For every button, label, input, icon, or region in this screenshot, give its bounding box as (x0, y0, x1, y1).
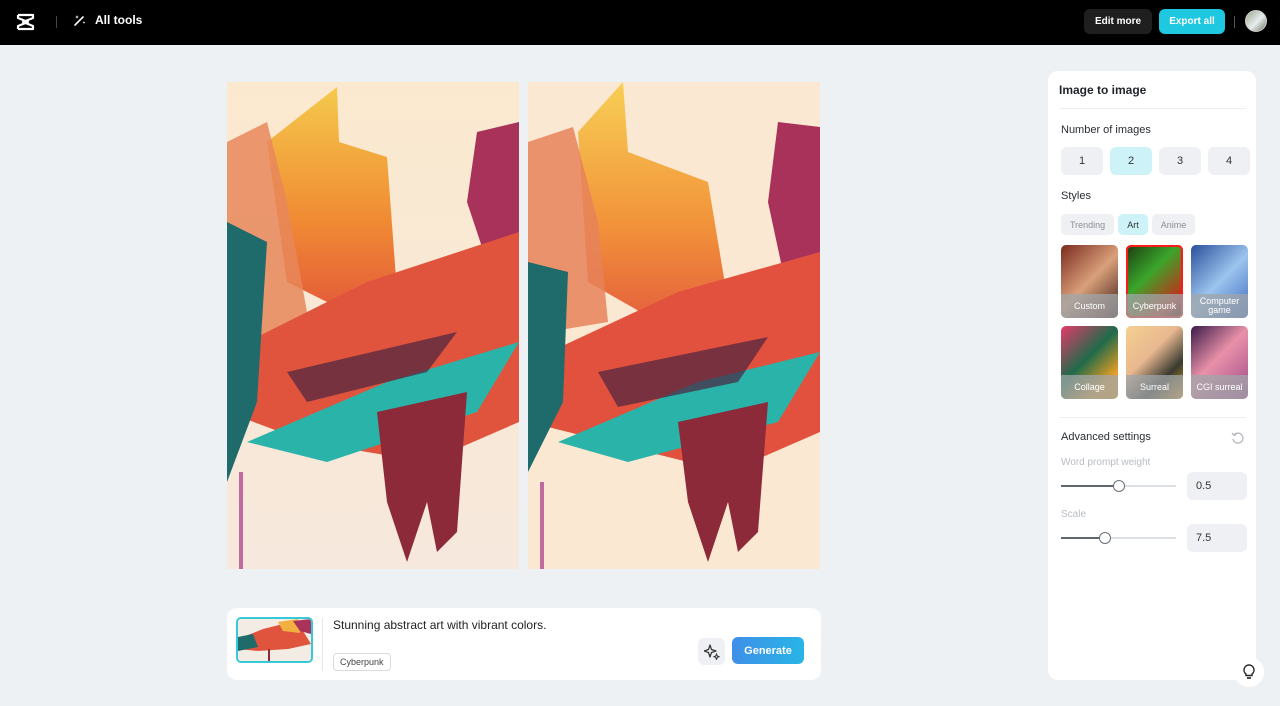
style-card-cyberpunk[interactable]: Cyberpunk (1126, 245, 1183, 318)
tab-trending[interactable]: Trending (1061, 214, 1115, 235)
enhance-prompt-button[interactable] (698, 638, 725, 665)
scale-label: Scale (1061, 509, 1087, 520)
number-option-2[interactable]: 2 (1110, 147, 1152, 175)
number-option-1[interactable]: 1 (1061, 147, 1103, 175)
generated-image-2[interactable] (528, 82, 820, 569)
word-prompt-weight-value[interactable]: 0.5 (1187, 472, 1247, 500)
export-all-button[interactable]: Export all (1159, 9, 1225, 34)
capcut-logo-icon[interactable] (16, 12, 36, 32)
abstract-art-image (528, 82, 820, 569)
prompt-input[interactable]: Stunning abstract art with vibrant color… (333, 618, 546, 632)
number-of-images-selector: 1 2 3 4 (1061, 147, 1250, 175)
tab-art[interactable]: Art (1118, 214, 1148, 235)
settings-panel: Image to image Number of images 1 2 3 4 … (1048, 71, 1256, 680)
slider-knob[interactable] (1098, 532, 1111, 544)
magic-wand-icon (74, 15, 86, 26)
all-tools-button[interactable]: All tools (73, 13, 142, 27)
number-option-4[interactable]: 4 (1208, 147, 1250, 175)
style-card-label: Custom (1061, 294, 1118, 318)
style-grid: Custom Cyberpunk Computer game Collage S… (1061, 245, 1248, 399)
style-tabs: Trending Art Anime (1061, 214, 1196, 235)
slider-fill (1061, 485, 1119, 487)
divider (1059, 108, 1246, 109)
style-card-cgi-surreal[interactable]: CGI surreal (1191, 326, 1248, 399)
advanced-settings-label: Advanced settings (1061, 431, 1151, 443)
style-card-surreal[interactable]: Surreal (1126, 326, 1183, 399)
generated-image-1[interactable] (227, 82, 519, 569)
slider-knob[interactable] (1112, 480, 1125, 492)
divider (56, 16, 57, 28)
scale-slider[interactable] (1061, 532, 1176, 544)
style-card-collage[interactable]: Collage (1061, 326, 1118, 399)
edit-more-button[interactable]: Edit more (1084, 9, 1152, 34)
reference-image-thumbnail[interactable] (236, 617, 313, 663)
word-prompt-weight-slider[interactable] (1061, 480, 1176, 492)
divider (1234, 16, 1235, 28)
abstract-art-image (227, 82, 519, 569)
style-tag: Cyberpunk (333, 653, 391, 671)
style-card-label: Surreal (1126, 375, 1183, 399)
prompt-bar: Stunning abstract art with vibrant color… (227, 608, 821, 680)
divider (1059, 417, 1246, 418)
style-card-computer-game[interactable]: Computer game (1191, 245, 1248, 318)
tab-anime[interactable]: Anime (1151, 214, 1196, 235)
tips-button[interactable] (1234, 657, 1264, 687)
sparkle-icon (703, 643, 720, 660)
lightbulb-icon (1243, 664, 1255, 679)
style-card-label: Cyberpunk (1126, 294, 1183, 318)
scale-value[interactable]: 7.5 (1187, 524, 1247, 552)
number-option-3[interactable]: 3 (1159, 147, 1201, 175)
style-card-label: Collage (1061, 375, 1118, 399)
divider (322, 618, 323, 671)
styles-label: Styles (1061, 190, 1091, 202)
number-of-images-label: Number of images (1061, 124, 1151, 136)
reset-icon[interactable] (1231, 431, 1245, 445)
top-bar: All tools Edit more Export all (0, 0, 1280, 45)
reference-image (238, 619, 311, 661)
all-tools-label: All tools (95, 13, 143, 27)
style-card-label: CGI surreal (1191, 375, 1248, 399)
user-avatar[interactable] (1245, 10, 1267, 32)
word-prompt-weight-label: Word prompt weight (1061, 457, 1151, 468)
panel-title: Image to image (1059, 83, 1147, 97)
style-card-label: Computer game (1191, 294, 1248, 318)
generate-button[interactable]: Generate (732, 637, 804, 664)
style-card-custom[interactable]: Custom (1061, 245, 1118, 318)
